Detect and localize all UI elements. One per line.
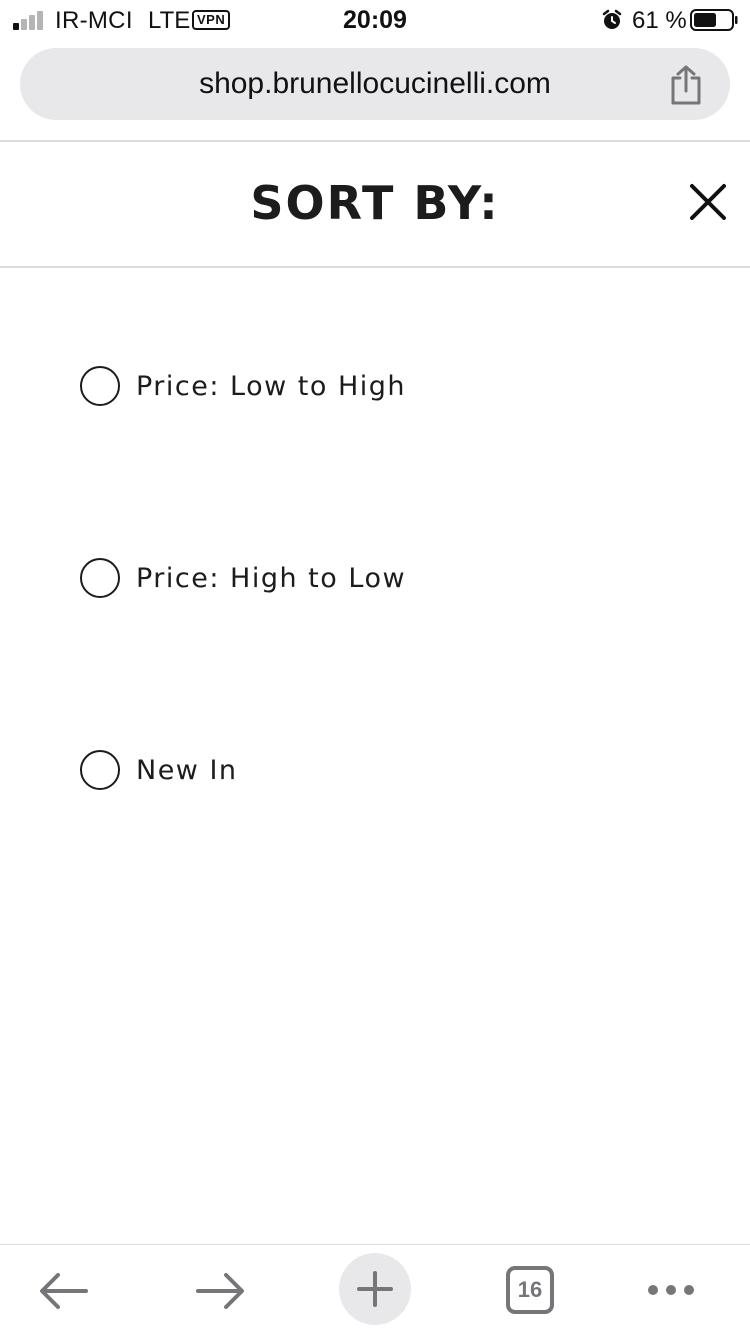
- more-icon[interactable]: [646, 1281, 696, 1299]
- status-bar: IR-MCI LTE VPN 20:09 61 %: [0, 0, 750, 40]
- share-icon[interactable]: [668, 64, 704, 106]
- top-divider: [0, 140, 750, 142]
- new-tab-button[interactable]: [339, 1253, 411, 1325]
- back-arrow-icon[interactable]: [38, 1269, 90, 1313]
- address-bar[interactable]: shop.brunellocucinelli.com: [20, 48, 730, 120]
- sort-option-price-high-low[interactable]: Price: High to Low: [80, 558, 406, 598]
- sort-option-price-low-high[interactable]: Price: Low to High: [80, 366, 406, 406]
- option-label[interactable]: Price: Low to High: [136, 371, 406, 402]
- option-label[interactable]: New In: [136, 755, 238, 786]
- plus-icon: [357, 1271, 393, 1307]
- alarm-icon: [602, 9, 622, 29]
- page: IR-MCI LTE VPN 20:09 61 % shop.brunelloc…: [0, 0, 750, 1334]
- radio-button[interactable]: [80, 366, 120, 406]
- url-text[interactable]: shop.brunellocucinelli.com: [20, 48, 730, 120]
- radio-button[interactable]: [80, 558, 120, 598]
- forward-arrow-icon[interactable]: [194, 1269, 246, 1313]
- header-divider: [0, 266, 750, 268]
- battery-icon: [690, 9, 738, 31]
- option-label[interactable]: Price: High to Low: [136, 563, 406, 594]
- sort-option-new-in[interactable]: New In: [80, 750, 238, 790]
- radio-button[interactable]: [80, 750, 120, 790]
- sort-title: SORT BY:: [250, 176, 500, 230]
- battery-percent: 61 %: [632, 7, 687, 34]
- tabs-icon[interactable]: 16: [506, 1266, 554, 1314]
- close-icon[interactable]: [688, 182, 728, 222]
- browser-toolbar: 16: [0, 1245, 750, 1334]
